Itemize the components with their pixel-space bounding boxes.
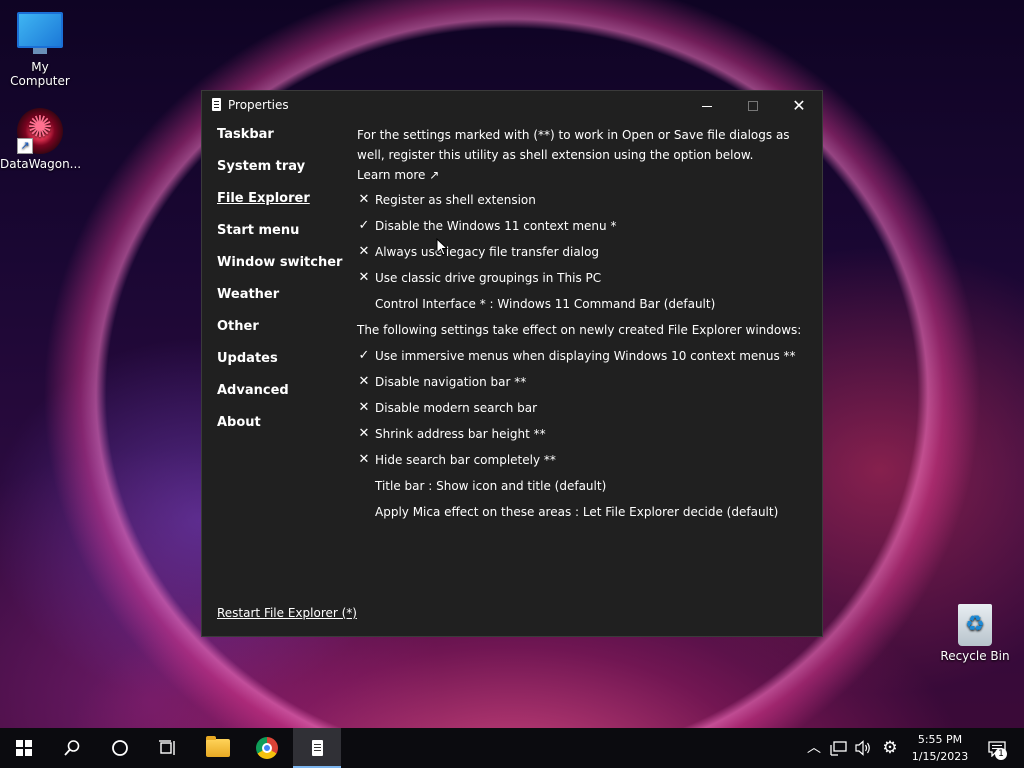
sidebar-item-start-menu[interactable]: Start menu: [217, 221, 347, 253]
desktop-icon-label: My Computer: [10, 60, 70, 88]
search-icon: [64, 740, 80, 756]
notification-center-button[interactable]: 1: [980, 728, 1014, 768]
clock-time: 5:55 PM: [917, 733, 963, 746]
option-label: Shrink address bar height **: [375, 427, 546, 441]
option-legacy-file-transfer[interactable]: ✕ Always use legacy file transfer dialog: [357, 239, 807, 265]
checkmark-icon: ✓: [358, 218, 370, 233]
unchecked-icon: ✕: [358, 452, 370, 467]
option-title-bar[interactable]: Title bar : Show icon and title (default…: [357, 473, 807, 499]
window-title: Properties: [228, 98, 289, 112]
unchecked-icon: ✕: [358, 374, 370, 389]
option-hide-search-bar[interactable]: ✕ Hide search bar completely **: [357, 447, 807, 473]
checkmark-icon: ✓: [358, 348, 370, 363]
unchecked-icon: ✕: [358, 426, 370, 441]
unchecked-icon: ✕: [358, 244, 370, 259]
chrome-taskbar-button[interactable]: [243, 728, 291, 768]
chevron-up-icon: ︿: [807, 740, 821, 756]
option-disable-modern-search-bar[interactable]: ✕ Disable modern search bar: [357, 395, 807, 421]
file-explorer-taskbar-button[interactable]: [194, 728, 242, 768]
sidebar-item-about[interactable]: About: [217, 413, 347, 445]
window-titlebar[interactable]: Properties ✕: [202, 91, 822, 121]
option-control-interface[interactable]: Control Interface * : Windows 11 Command…: [357, 291, 807, 317]
desktop-icon-label: Recycle Bin: [940, 649, 1010, 663]
sidebar-item-system-tray[interactable]: System tray: [217, 157, 347, 189]
sidebar-item-advanced[interactable]: Advanced: [217, 381, 347, 413]
folder-icon: [206, 736, 230, 757]
datawagon-icon: ↗: [17, 108, 63, 154]
option-label: Register as shell extension: [375, 193, 536, 207]
recycle-bin-icon: ♻: [958, 604, 992, 646]
section-heading: The following settings take effect on ne…: [357, 323, 802, 337]
chrome-icon: [256, 737, 278, 759]
sidebar-item-weather[interactable]: Weather: [217, 285, 347, 317]
desktop-icon-datawagon[interactable]: ↗ DataWagon...: [0, 108, 82, 171]
app-icon: [311, 740, 323, 756]
option-label: Hide search bar completely **: [375, 453, 556, 467]
windows-logo-icon: [16, 740, 32, 756]
properties-taskbar-button[interactable]: [293, 728, 341, 768]
start-button[interactable]: [0, 728, 48, 768]
task-view-button[interactable]: [144, 728, 192, 768]
option-disable-navigation-bar[interactable]: ✕ Disable navigation bar **: [357, 369, 807, 395]
notification-count-badge: 1: [995, 748, 1007, 760]
desktop-icon-my-computer[interactable]: My Computer: [0, 12, 80, 88]
maximize-button[interactable]: [730, 91, 776, 121]
sidebar-item-taskbar[interactable]: Taskbar: [217, 125, 347, 157]
option-register-shell-extension[interactable]: ✕ Register as shell extension: [357, 187, 807, 213]
intro-text: For the settings marked with (**) to wor…: [357, 128, 790, 162]
app-icon: [212, 98, 221, 111]
task-view-icon: [159, 740, 175, 755]
option-label: Disable modern search bar: [375, 401, 538, 415]
option-immersive-menus[interactable]: ✓ Use immersive menus when displaying Wi…: [357, 343, 807, 369]
show-hidden-icons-button[interactable]: ︿: [804, 728, 824, 768]
shortcut-arrow-icon: ↗: [17, 138, 33, 154]
option-label: Use classic drive groupings in This PC: [375, 271, 602, 285]
unchecked-icon: ✕: [358, 400, 370, 415]
option-shrink-address-bar[interactable]: ✕ Shrink address bar height **: [357, 421, 807, 447]
gear-icon: ⚙: [882, 738, 898, 758]
option-label: Always use legacy file transfer dialog: [375, 245, 600, 259]
desktop-icon-label: DataWagon...: [0, 157, 82, 171]
settings-content: For the settings marked with (**) to wor…: [357, 125, 807, 525]
option-mica-effect[interactable]: Apply Mica effect on these areas : Let F…: [357, 499, 807, 525]
settings-button[interactable]: ⚙: [878, 728, 902, 768]
taskbar-clock[interactable]: 5:55 PM 1/15/2023: [904, 731, 976, 765]
clock-date: 1/15/2023: [911, 750, 969, 763]
option-classic-drive-groupings[interactable]: ✕ Use classic drive groupings in This PC: [357, 265, 807, 291]
option-disable-win11-context-menu[interactable]: ✓ Disable the Windows 11 context menu *: [357, 213, 807, 239]
close-button[interactable]: ✕: [776, 91, 822, 121]
maximize-icon: [748, 101, 758, 111]
unchecked-icon: ✕: [358, 192, 370, 207]
option-label: Disable navigation bar **: [375, 375, 527, 389]
learn-more-link[interactable]: Learn more ↗: [357, 165, 807, 185]
unchecked-icon: ✕: [358, 270, 370, 285]
computer-icon: [17, 12, 63, 54]
cortana-icon: [112, 740, 128, 756]
option-label: Use immersive menus when displaying Wind…: [375, 349, 796, 363]
close-icon: ✕: [792, 96, 806, 115]
search-button[interactable]: [48, 728, 96, 768]
network-button[interactable]: [828, 728, 850, 768]
properties-window: Properties ✕ Taskbar System tray File Ex…: [201, 90, 823, 637]
network-icon: [830, 741, 847, 756]
restart-file-explorer-link[interactable]: Restart File Explorer (*): [217, 606, 357, 620]
sidebar-item-updates[interactable]: Updates: [217, 349, 347, 381]
sidebar-item-other[interactable]: Other: [217, 317, 347, 349]
sidebar-item-file-explorer[interactable]: File Explorer: [217, 189, 347, 221]
sidebar: Taskbar System tray File Explorer Start …: [217, 125, 347, 445]
desktop-icon-recycle-bin[interactable]: ♻ Recycle Bin: [935, 604, 1015, 663]
cortana-button[interactable]: [96, 728, 144, 768]
sidebar-item-window-switcher[interactable]: Window switcher: [217, 253, 347, 285]
taskbar: ︿ ⚙ 5:55 PM 1/15/2023 1: [0, 728, 1024, 768]
option-label: Disable the Windows 11 context menu *: [375, 219, 617, 233]
speaker-icon: [855, 740, 870, 756]
minimize-icon: [702, 105, 712, 107]
volume-button[interactable]: [852, 728, 874, 768]
minimize-button[interactable]: [684, 91, 730, 121]
